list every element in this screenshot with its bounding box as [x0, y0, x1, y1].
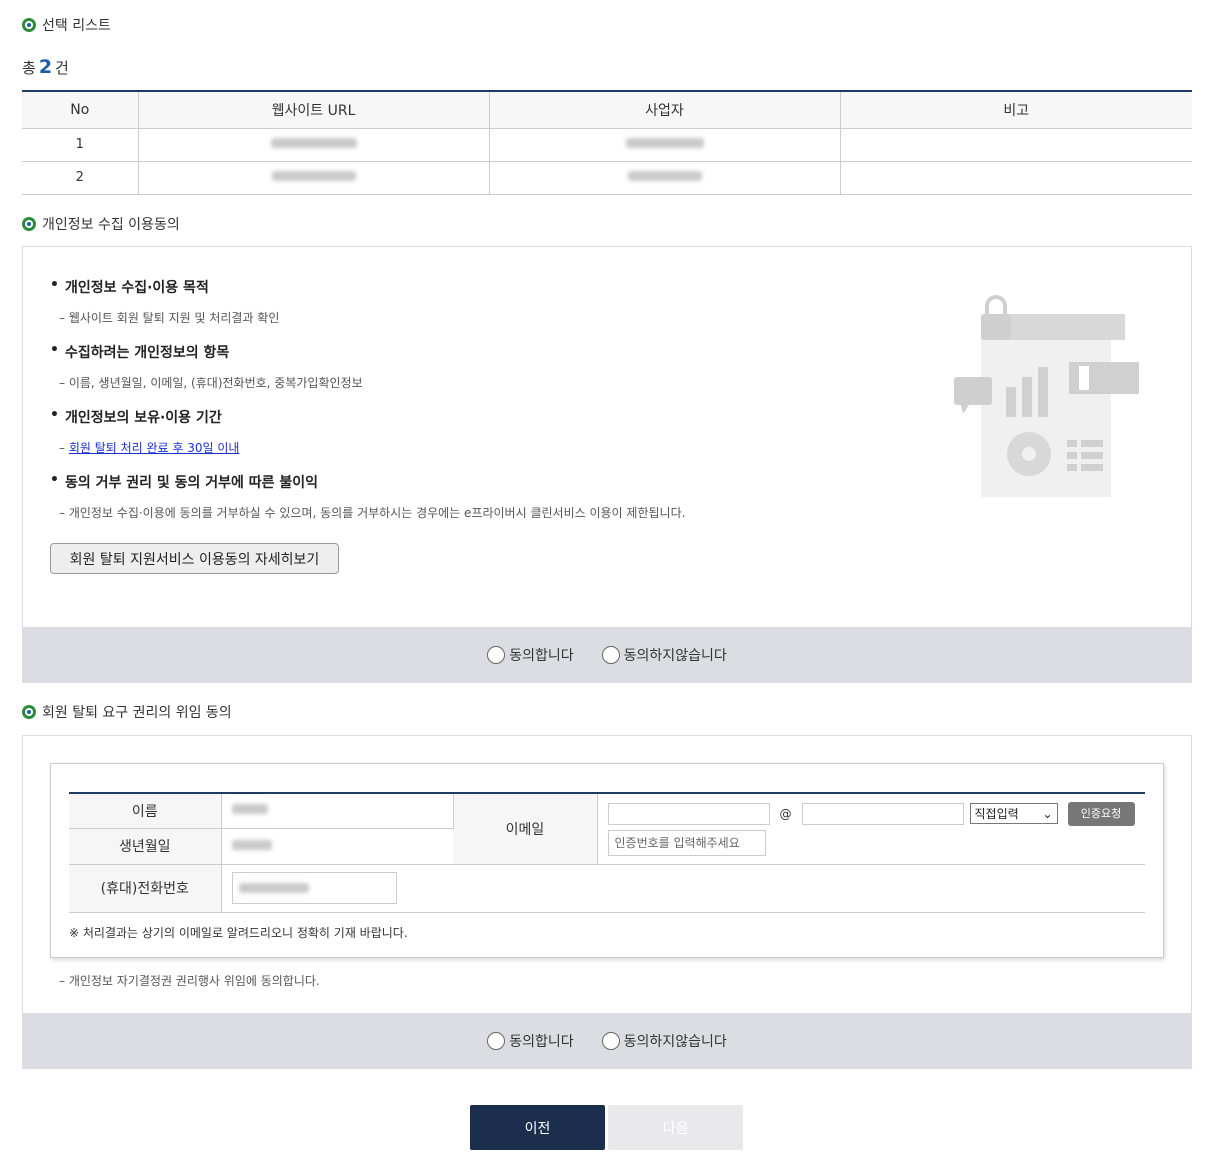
code-row: 인증번호를 입력해주세요 — [607, 829, 1146, 856]
term-desc: – 이름, 생년월일, 이메일, (휴대)전화번호, 중복가입확인정보 — [59, 376, 363, 390]
col-no: No — [22, 91, 139, 129]
table-row: 2 — [22, 161, 1192, 195]
email-local-input[interactable] — [607, 802, 770, 825]
name-label: 이름 — [69, 793, 222, 829]
privacy-agree-radio[interactable]: 동의합니다 — [487, 645, 574, 665]
radio-label: 동의합니다 — [509, 1034, 574, 1050]
bullet-circle-icon — [22, 18, 36, 32]
selection-table: No 웹사이트 URL 사업자 비고 1 2 — [22, 90, 1192, 195]
verify-request-button[interactable]: 인증요청 — [1067, 801, 1135, 826]
redacted-name — [231, 804, 268, 815]
bullet-dot-icon: • — [50, 407, 59, 423]
delegation-agree-bar: 동의합니다 동의하지않습니다 — [22, 1013, 1192, 1069]
selection-title-text: 선택 리스트 — [42, 18, 111, 34]
email-cell: @ 직접입력 ⌄ 인증요청 인증번호를 입력해주세요 — [597, 793, 1146, 865]
delegation-disagree-radio[interactable]: 동의하지않습니다 — [601, 1031, 727, 1051]
privacy-title-text: 개인정보 수집 이용동의 — [42, 217, 180, 233]
delegation-form-table: 이름 이메일 @ 직접입력 ⌄ 인증요청 인증번호를 입력해주세요 생년월일 (… — [69, 792, 1145, 913]
email-row: @ 직접입력 ⌄ 인증요청 — [607, 801, 1146, 826]
birth-value — [221, 828, 453, 865]
row-no: 2 — [22, 161, 139, 195]
col-note: 비고 — [840, 91, 1192, 129]
delegation-agree-radio[interactable]: 동의합니다 — [487, 1031, 574, 1051]
term-desc: – 회원 탈퇴 처리 완료 후 30일 이내 — [59, 439, 239, 456]
term-head: 동의 거부 권리 및 동의 거부에 따른 불이익 — [64, 475, 319, 491]
next-button[interactable]: 다음 — [608, 1105, 743, 1150]
bullet-dot-icon: • — [50, 342, 59, 358]
table-header-row: No 웹사이트 URL 사업자 비고 — [22, 91, 1192, 129]
term-head: 개인정보의 보유·이용 기간 — [64, 410, 222, 426]
email-domain-input[interactable] — [801, 802, 964, 825]
term-purpose: • 개인정보 수집·이용 목적 – 웹사이트 회원 탈퇴 지원 및 처리결과 확인 — [50, 277, 279, 326]
email-label: 이메일 — [453, 793, 598, 865]
privacy-document-illustration-icon — [954, 295, 1139, 497]
radio-circle-icon[interactable] — [601, 646, 620, 664]
row-no: 1 — [22, 128, 139, 162]
row-url — [138, 161, 490, 195]
phone-cell — [221, 864, 1145, 913]
total-number: 2 — [38, 56, 53, 78]
redacted-business — [627, 171, 702, 181]
delegation-box: 이름 이메일 @ 직접입력 ⌄ 인증요청 인증번호를 입력해주세요 생년월일 (… — [22, 735, 1192, 1013]
redacted-url — [270, 138, 357, 148]
birth-label: 생년월일 — [69, 828, 222, 865]
term-head: 개인정보 수집·이용 목적 — [64, 280, 209, 296]
total-suffix: 건 — [55, 59, 69, 77]
bullet-dot-icon: • — [50, 472, 59, 488]
row-business — [489, 161, 841, 195]
delegation-form-card: 이름 이메일 @ 직접입력 ⌄ 인증요청 인증번호를 입력해주세요 생년월일 (… — [50, 763, 1164, 958]
prev-button[interactable]: 이전 — [470, 1105, 605, 1150]
total-prefix: 총 — [22, 59, 36, 77]
redacted-phone — [238, 883, 309, 893]
delegation-title-text: 회원 탈퇴 요구 권리의 위임 동의 — [42, 705, 232, 721]
bullet-circle-icon — [22, 705, 36, 719]
col-url: 웹사이트 URL — [138, 91, 490, 129]
row-note — [840, 161, 1192, 195]
delegation-title: 회원 탈퇴 요구 권리의 위임 동의 — [22, 702, 232, 722]
radio-label: 동의합니다 — [509, 648, 574, 664]
total-count: 총 2 건 — [22, 56, 69, 78]
verification-code-input[interactable]: 인증번호를 입력해주세요 — [607, 829, 766, 856]
bullet-dot-icon: • — [50, 277, 59, 293]
period-link[interactable]: 회원 탈퇴 처리 완료 후 30일 이내 — [69, 441, 240, 455]
row-business — [489, 128, 841, 162]
at-sign: @ — [779, 806, 792, 821]
term-period: • 개인정보의 보유·이용 기간 – 회원 탈퇴 처리 완료 후 30일 이내 — [50, 407, 239, 456]
row-url — [138, 128, 490, 162]
redacted-business — [625, 138, 704, 148]
detail-view-button[interactable]: 회원 탈퇴 지원서비스 이용동의 자세히보기 — [50, 543, 339, 574]
bullet-circle-icon — [22, 217, 36, 231]
privacy-title: 개인정보 수집 이용동의 — [22, 214, 180, 234]
privacy-agree-bar: 동의합니다 동의하지않습니다 — [22, 627, 1192, 683]
term-items: • 수집하려는 개인정보의 항목 – 이름, 생년월일, 이메일, (휴대)전화번… — [50, 342, 363, 391]
privacy-terms-box: • 개인정보 수집·이용 목적 – 웹사이트 회원 탈퇴 지원 및 처리결과 확인… — [22, 246, 1192, 628]
col-business: 사업자 — [489, 91, 841, 129]
radio-circle-icon[interactable] — [601, 1032, 620, 1050]
term-refusal: • 동의 거부 권리 및 동의 거부에 따른 불이익 – 개인정보 수집·이용에 … — [50, 472, 685, 521]
privacy-disagree-radio[interactable]: 동의하지않습니다 — [601, 645, 727, 665]
select-value: 직접입력 — [974, 807, 1019, 822]
radio-circle-icon[interactable] — [487, 1032, 506, 1050]
name-value — [221, 793, 454, 829]
selection-title: 선택 리스트 — [22, 15, 111, 35]
row-note — [840, 128, 1192, 162]
radio-label: 동의하지않습니다 — [623, 1034, 727, 1050]
phone-label: (휴대)전화번호 — [69, 864, 222, 913]
phone-input[interactable] — [231, 872, 397, 904]
term-head: 수집하려는 개인정보의 항목 — [64, 345, 230, 361]
radio-label: 동의하지않습니다 — [623, 648, 727, 664]
redacted-birth — [231, 839, 272, 850]
term-desc: – 웹사이트 회원 탈퇴 지원 및 처리결과 확인 — [59, 311, 280, 325]
table-row: 1 — [22, 128, 1192, 162]
delegation-desc: – 개인정보 자기결정권 권리행사 위임에 동의합니다. — [59, 974, 320, 988]
radio-circle-icon[interactable] — [487, 646, 506, 664]
email-note: ※ 처리결과는 상기의 이메일로 알려드리오니 정확히 기재 바랍니다. — [69, 926, 408, 940]
chevron-down-icon: ⌄ — [1042, 806, 1053, 821]
term-desc-prefix: – — [59, 441, 69, 455]
term-desc: – 개인정보 수집·이용에 동의를 거부하실 수 있으며, 동의를 거부하시는 … — [59, 506, 686, 520]
email-domain-select[interactable]: 직접입력 ⌄ — [969, 803, 1058, 825]
redacted-url — [271, 171, 356, 181]
